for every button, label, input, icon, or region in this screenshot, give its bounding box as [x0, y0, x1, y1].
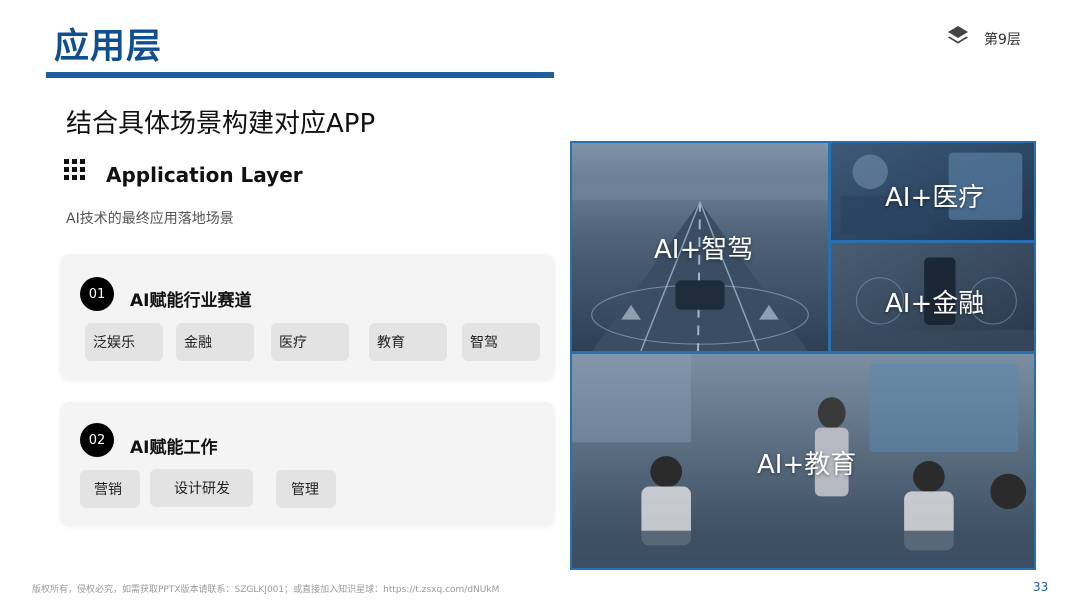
section-title: AI赋能行业赛道	[130, 291, 252, 311]
tag-chip: 设计研发	[150, 469, 253, 507]
layer-name-en: Application Layer	[106, 163, 303, 187]
layers-icon	[946, 24, 970, 48]
tag-chip: 金融	[176, 323, 254, 361]
tag-chip: 教育	[369, 323, 447, 361]
subtitle: 结合具体场景构建对应APP	[66, 109, 376, 139]
tile-education: AI+教育	[570, 352, 1036, 570]
tile-label: AI+医疗	[885, 183, 985, 213]
tag-chip: 智驾	[462, 323, 540, 361]
section-number-badge: 01	[80, 277, 114, 311]
tag-chip: 医疗	[271, 323, 349, 361]
layer-label: 第9层	[984, 32, 1021, 48]
tile-finance: AI+金融	[829, 241, 1036, 353]
title-underline	[46, 72, 554, 78]
section-title: AI赋能工作	[130, 438, 218, 458]
tile-healthcare: AI+医疗	[829, 141, 1036, 242]
tag-chip: 管理	[276, 470, 336, 508]
tag-chip: 营销	[80, 470, 140, 508]
page-title: 应用层	[54, 27, 163, 67]
layer-description: AI技术的最终应用落地场景	[66, 211, 234, 227]
section-card-industry	[60, 254, 555, 380]
footer-copyright: 版权所有，侵权必究，如需获取PPTX版本请联系：SZGLKJ001；或直接加入知…	[32, 585, 500, 595]
section-number-badge: 02	[80, 423, 114, 457]
tile-label: AI+智驾	[654, 235, 754, 265]
tile-label: AI+金融	[885, 289, 985, 319]
tag-chip: 泛娱乐	[85, 323, 163, 361]
tile-autonomous-driving: AI+智驾	[570, 141, 830, 353]
page-number: 33	[1033, 580, 1049, 594]
grid-icon	[64, 159, 86, 181]
tile-label: AI+教育	[757, 450, 857, 480]
